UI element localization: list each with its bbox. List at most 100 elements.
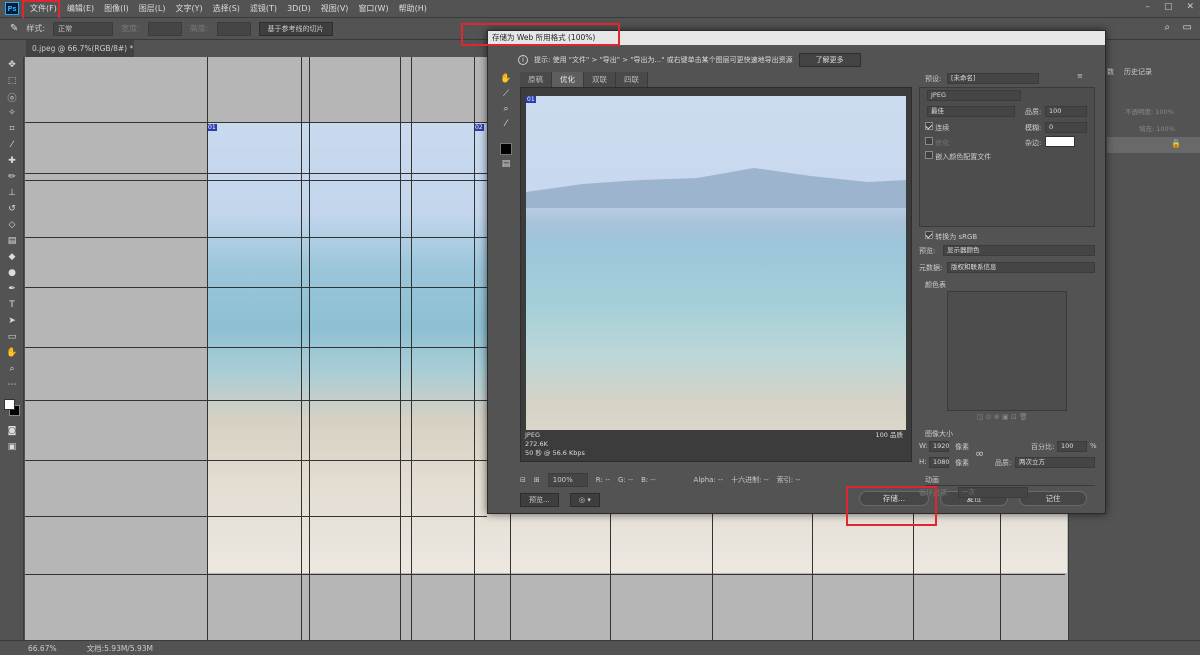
- preview-mode-select[interactable]: 显示器颜色: [943, 245, 1095, 256]
- toggle-slices-icon[interactable]: ▤: [496, 156, 516, 171]
- menu-view[interactable]: 视图(V): [316, 0, 354, 18]
- eyedropper-tool-icon[interactable]: ⁄: [0, 137, 24, 153]
- menu-layer[interactable]: 图层(L): [134, 0, 171, 18]
- resample-select[interactable]: 两次立方: [1015, 457, 1095, 468]
- quick-mask-icon[interactable]: ◙: [0, 423, 24, 439]
- gradient-tool-icon[interactable]: ▤: [0, 233, 24, 249]
- panel-tab-channels[interactable]: 数: [1107, 67, 1114, 77]
- color-swatches[interactable]: [0, 393, 23, 423]
- menu-image[interactable]: 图像(I): [99, 0, 134, 18]
- healing-tool-icon[interactable]: ✚: [0, 153, 24, 169]
- highlight-save-button: [846, 486, 937, 526]
- zoom-level[interactable]: 66.67%: [28, 644, 57, 653]
- menu-select[interactable]: 选择(S): [208, 0, 245, 18]
- color-table-actions[interactable]: ◫ ⊙ ⊕ ▣ ⊡ 🗑: [977, 413, 1028, 421]
- workspace-icon[interactable]: ▭: [1183, 22, 1192, 33]
- guide-line: [913, 514, 914, 640]
- zoom-out-icon[interactable]: ⊟: [520, 476, 526, 484]
- slice-select-tool-icon[interactable]: ⟋: [496, 86, 516, 101]
- settings-menu-icon[interactable]: ≡: [1077, 72, 1083, 80]
- menu-edit[interactable]: 编辑(E): [62, 0, 99, 18]
- opacity-row: 不透明度: 100%: [1125, 106, 1174, 116]
- close-icon[interactable]: ✕: [1186, 2, 1194, 12]
- height-input[interactable]: [216, 21, 251, 36]
- zoom-tool-icon[interactable]: ⌕: [0, 361, 24, 377]
- menu-3d[interactable]: 3D(D): [282, 0, 316, 18]
- menu-window[interactable]: 窗口(W): [353, 0, 393, 18]
- zoom-select[interactable]: 100%: [547, 473, 588, 487]
- slices-from-guides-button[interactable]: 基于参考线的切片: [258, 21, 333, 36]
- move-tool-icon[interactable]: ✥: [0, 57, 24, 73]
- hand-tool-icon[interactable]: ✋: [496, 71, 516, 86]
- color-table-grid[interactable]: [947, 291, 1067, 411]
- opacity-value[interactable]: 100%: [1155, 108, 1174, 116]
- search-icon[interactable]: ⌕: [1164, 22, 1170, 33]
- eraser-tool-icon[interactable]: ◇: [0, 217, 24, 233]
- quality-level-select[interactable]: 最佳: [927, 106, 1015, 117]
- tab-4-up[interactable]: 四联: [616, 72, 648, 87]
- preset-select[interactable]: [未命名]: [947, 73, 1039, 84]
- more-tools-icon[interactable]: ⋯: [0, 377, 24, 393]
- shape-tool-icon[interactable]: ▭: [0, 329, 24, 345]
- width-input[interactable]: 1920: [929, 441, 950, 452]
- readout-hex: 十六进制: --: [731, 476, 769, 484]
- eyedropper-color-swatch[interactable]: [496, 141, 516, 156]
- zoom-tool-icon[interactable]: ⌕: [496, 101, 516, 116]
- width-input[interactable]: [147, 21, 182, 36]
- height-input[interactable]: 1080: [929, 457, 950, 468]
- menu-filter[interactable]: 滤镜(T): [245, 0, 282, 18]
- format-select[interactable]: JPEG: [927, 90, 1021, 101]
- remember-button[interactable]: 记住: [1019, 491, 1087, 506]
- slice-number-01[interactable]: 01: [207, 124, 217, 131]
- foreground-color-swatch[interactable]: [4, 399, 15, 410]
- hand-tool-icon[interactable]: ✋: [0, 345, 24, 361]
- learn-more-button[interactable]: 了解更多: [798, 53, 861, 67]
- slice-number-02[interactable]: 02: [474, 124, 484, 131]
- guide-line: [309, 57, 310, 640]
- progressive-checkbox[interactable]: [925, 122, 933, 130]
- browser-select[interactable]: ◎ ▾: [570, 493, 600, 507]
- guide-line: [510, 514, 511, 640]
- loop-select[interactable]: 一次: [958, 487, 1028, 498]
- lasso-tool-icon[interactable]: ⓞ: [0, 89, 24, 105]
- pen-tool-icon[interactable]: ✒: [0, 281, 24, 297]
- metadata-select[interactable]: 版权和联系信息: [947, 262, 1095, 273]
- preview-pane[interactable]: 01 JPEG 272.6K 50 秒 @ 56.6 Kbps 100 品质: [520, 87, 912, 462]
- convert-srgb-checkbox[interactable]: [925, 231, 933, 239]
- tab-2-up[interactable]: 双联: [584, 72, 616, 87]
- fill-value[interactable]: 100%: [1156, 125, 1175, 133]
- quality-input[interactable]: 100: [1045, 106, 1087, 117]
- marquee-tool-icon[interactable]: ⬚: [0, 73, 24, 89]
- crop-tool-icon[interactable]: ⌗: [0, 121, 24, 137]
- embed-profile-checkbox[interactable]: [925, 151, 933, 159]
- blur-input[interactable]: 0: [1045, 122, 1087, 133]
- screen-mode-icon[interactable]: ▣: [0, 439, 24, 455]
- menu-help[interactable]: 帮助(H): [394, 0, 432, 18]
- tab-original[interactable]: 原稿: [520, 72, 552, 87]
- type-tool-icon[interactable]: T: [0, 297, 24, 313]
- quick-select-tool-icon[interactable]: ✧: [0, 105, 24, 121]
- panel-tab-history[interactable]: 历史记录: [1124, 67, 1152, 77]
- eyedropper-tool-icon[interactable]: ⁄: [496, 116, 516, 131]
- optimized-checkbox[interactable]: [925, 137, 933, 145]
- matte-color-swatch[interactable]: [1045, 136, 1075, 147]
- dodge-tool-icon[interactable]: ●: [0, 265, 24, 281]
- style-select[interactable]: 正常: [53, 21, 114, 36]
- minimize-icon[interactable]: –: [1145, 2, 1150, 12]
- history-brush-icon[interactable]: ↺: [0, 201, 24, 217]
- brush-tool-icon[interactable]: ✏: [0, 169, 24, 185]
- layer-row[interactable]: 🔒: [1107, 137, 1200, 153]
- menu-type[interactable]: 文字(Y): [170, 0, 207, 18]
- slice-tool-icon[interactable]: ✎: [10, 23, 18, 34]
- blur-tool-icon[interactable]: ◆: [0, 249, 24, 265]
- path-select-tool-icon[interactable]: ➤: [0, 313, 24, 329]
- document-tab[interactable]: 0.jpeg @ 66.7%(RGB/8#) * ×: [26, 40, 134, 70]
- link-icon[interactable]: ∞: [975, 447, 984, 460]
- stamp-tool-icon[interactable]: ⊥: [0, 185, 24, 201]
- zoom-in-icon[interactable]: ⊞: [534, 476, 540, 484]
- preview-button[interactable]: 预览...: [520, 493, 559, 507]
- status-bar: 66.67% 文档:5.93M/5.93M: [0, 640, 1200, 655]
- maximize-icon[interactable]: ▢: [1164, 2, 1173, 12]
- tab-optimized[interactable]: 优化: [552, 72, 584, 87]
- percent-input[interactable]: 100: [1057, 441, 1087, 452]
